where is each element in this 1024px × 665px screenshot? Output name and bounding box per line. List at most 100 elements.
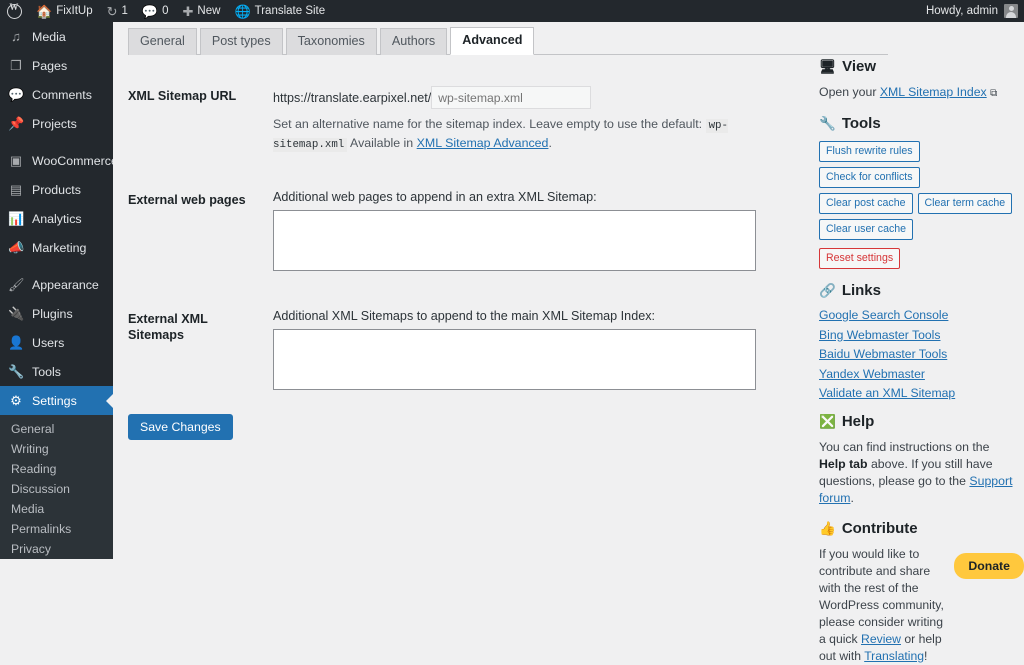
link-validate-an-xml-sitemap[interactable]: Validate an XML Sitemap bbox=[819, 386, 1024, 400]
tab-advanced[interactable]: Advanced bbox=[450, 27, 535, 55]
sitemap-url-line: https://translate.earpixel.net/ bbox=[273, 86, 893, 109]
updates-menu[interactable]: ↻ 1 bbox=[100, 0, 135, 22]
submenu-item-media[interactable]: Media bbox=[0, 499, 113, 519]
account-menu[interactable]: Howdy, admin bbox=[926, 4, 1024, 18]
check-for-conflicts-button[interactable]: Check for conflicts bbox=[819, 167, 920, 188]
clear-post-cache-button[interactable]: Clear post cache bbox=[819, 193, 913, 214]
pages-icon: ❐ bbox=[10, 58, 22, 73]
link-baidu-webmaster-tools[interactable]: Baidu Webmaster Tools bbox=[819, 347, 1024, 361]
review-link[interactable]: Review bbox=[861, 632, 901, 646]
help-tab-bold: Help tab bbox=[819, 457, 868, 471]
reset-settings-button[interactable]: Reset settings bbox=[819, 248, 901, 269]
link-bing-webmaster-tools[interactable]: Bing Webmaster Tools bbox=[819, 328, 1024, 342]
chain-link-icon: 🔗 bbox=[819, 282, 836, 298]
external-xml-sitemaps-label: External XML Sitemaps bbox=[128, 312, 208, 342]
sidebar-item-analytics[interactable]: 📊 Analytics bbox=[0, 204, 113, 233]
sidebar-item-media[interactable]: ♫ Media bbox=[0, 22, 113, 51]
flush-rewrite-rules-button[interactable]: Flush rewrite rules bbox=[819, 141, 920, 162]
thumbs-up-icon: 👍 bbox=[819, 520, 836, 536]
sidebar-item-comments[interactable]: 💬 Comments bbox=[0, 80, 113, 109]
submenu-item-writing[interactable]: Writing bbox=[0, 439, 113, 459]
tool-button-row: Clear user cache bbox=[819, 219, 1024, 240]
view-heading-label: View bbox=[842, 58, 877, 75]
help-icon: ❎ bbox=[819, 413, 836, 429]
external-web-pages-label: External web pages bbox=[128, 193, 246, 207]
tools-button-group: Flush rewrite rules Check for conflicts Cl… bbox=[819, 141, 1024, 269]
wordpress-logo-menu[interactable] bbox=[0, 0, 29, 22]
tools-icon: 🔧 bbox=[8, 364, 25, 379]
sidebar-item-tools[interactable]: 🔧 Tools bbox=[0, 357, 113, 386]
tab-label: General bbox=[140, 34, 185, 48]
external-web-pages-textarea[interactable] bbox=[273, 210, 756, 271]
submenu-item-discussion[interactable]: Discussion bbox=[0, 479, 113, 499]
external-web-pages-caption: Additional web pages to append in an ext… bbox=[273, 190, 597, 204]
tab-authors[interactable]: Authors bbox=[379, 28, 448, 55]
link-yandex-webmaster[interactable]: Yandex Webmaster bbox=[819, 367, 1024, 381]
sitemap-url-input[interactable] bbox=[431, 86, 592, 109]
admin-sidebar-menu: ♫ Media ❐ Pages 💬 Comments 📌 Projects ▣ WooCommer… bbox=[0, 22, 113, 559]
links-heading-label: Links bbox=[841, 282, 881, 299]
sidebar-item-marketing[interactable]: 📣 Marketing bbox=[0, 233, 113, 262]
avatar bbox=[1004, 4, 1018, 18]
clear-term-cache-button[interactable]: Clear term cache bbox=[917, 193, 1013, 214]
new-content-label: New bbox=[197, 5, 221, 17]
external-xml-sitemaps-caption: Additional XML Sitemaps to append to the… bbox=[273, 309, 655, 323]
settings-form: XML Sitemap URL https://translate.earpix… bbox=[113, 74, 903, 440]
link-google-search-console[interactable]: Google Search Console bbox=[819, 308, 1024, 322]
tab-label: Authors bbox=[391, 34, 436, 48]
contribute-text: If you would like to contribute and shar… bbox=[819, 546, 946, 665]
sitemap-url-label: XML Sitemap URL bbox=[128, 89, 237, 103]
analytics-icon: 📊 bbox=[8, 211, 25, 226]
submenu-item-reading[interactable]: Reading bbox=[0, 459, 113, 479]
submenu-item-general[interactable]: General bbox=[0, 419, 113, 439]
comments-icon: 💬 bbox=[8, 87, 25, 102]
site-name-menu[interactable]: 🏠 FixItUp bbox=[29, 0, 100, 22]
wordpress-logo-icon bbox=[7, 2, 22, 19]
sidebar-item-plugins[interactable]: 🔌 Plugins bbox=[0, 299, 113, 328]
submenu-item-label: General bbox=[11, 421, 55, 436]
wrench-icon: 🔧 bbox=[819, 115, 836, 131]
tab-general[interactable]: General bbox=[128, 28, 197, 55]
submenu-item-label: Reading bbox=[11, 461, 57, 476]
view-text-before: Open your bbox=[819, 85, 877, 99]
submenu-item-label: Privacy bbox=[11, 541, 51, 556]
translate-site-menu[interactable]: 🌐 Translate Site bbox=[227, 0, 332, 22]
xml-sitemap-advanced-link[interactable]: XML Sitemap Advanced bbox=[417, 136, 549, 150]
submenu-item-label: Discussion bbox=[11, 481, 70, 496]
sidebar-item-settings[interactable]: ⚙ Settings bbox=[0, 386, 113, 415]
tab-label: Post types bbox=[211, 34, 271, 48]
comments-menu[interactable]: 💬 0 bbox=[135, 0, 176, 22]
sidebar-item-users[interactable]: 👤 Users bbox=[0, 328, 113, 357]
sidebar-item-products[interactable]: ▤ Products bbox=[0, 175, 113, 204]
help-heading-label: Help bbox=[841, 413, 875, 430]
external-xml-sitemaps-textarea[interactable] bbox=[273, 329, 756, 390]
submenu-item-privacy[interactable]: Privacy bbox=[0, 539, 113, 559]
row-sitemap-url: XML Sitemap URL https://translate.earpix… bbox=[113, 74, 903, 160]
save-changes-button[interactable]: Save Changes bbox=[128, 414, 233, 440]
xml-sitemap-index-link[interactable]: XML Sitemap Index bbox=[880, 85, 987, 99]
settings-tabs: General Post types Taxonomies Authors Advanc… bbox=[128, 27, 888, 55]
sidebar-item-woocommerce[interactable]: ▣ WooCommerce bbox=[0, 146, 113, 175]
submenu-item-permalinks[interactable]: Permalinks bbox=[0, 519, 113, 539]
pin-icon: 📌 bbox=[8, 116, 25, 131]
sidebar-item-pages[interactable]: ❐ Pages bbox=[0, 51, 113, 80]
menu-separator bbox=[0, 262, 113, 270]
tab-post-types[interactable]: Post types bbox=[199, 28, 283, 55]
site-name-label: FixItUp bbox=[56, 5, 93, 17]
submenu-item-label: Media bbox=[11, 501, 45, 516]
links-list: Google Search Console Bing Webmaster Tool… bbox=[819, 308, 1024, 400]
help-text: You can find instructions on the Help ta… bbox=[819, 439, 1019, 507]
contribute-heading: 👍 Contribute bbox=[819, 520, 1024, 537]
translate-site-label: Translate Site bbox=[254, 5, 326, 17]
sidebar-item-appearance[interactable]: 🖌 Appearance bbox=[0, 270, 113, 299]
admin-bar: 🏠 FixItUp ↻ 1 💬 0 ✚ New 🌐 Translate Site… bbox=[0, 0, 1024, 22]
tab-taxonomies[interactable]: Taxonomies bbox=[285, 28, 377, 55]
help-heading: ❎ Help bbox=[819, 413, 1024, 430]
new-content-menu[interactable]: ✚ New bbox=[176, 0, 228, 22]
sidebar-item-projects[interactable]: 📌 Projects bbox=[0, 109, 113, 138]
sidebar-item-label: Appearance bbox=[32, 277, 99, 292]
translating-link[interactable]: Translating bbox=[864, 649, 924, 663]
view-text: Open your XML Sitemap Index ⧉ bbox=[819, 84, 1024, 102]
donate-button[interactable]: Donate bbox=[954, 553, 1024, 579]
clear-user-cache-button[interactable]: Clear user cache bbox=[819, 219, 914, 240]
